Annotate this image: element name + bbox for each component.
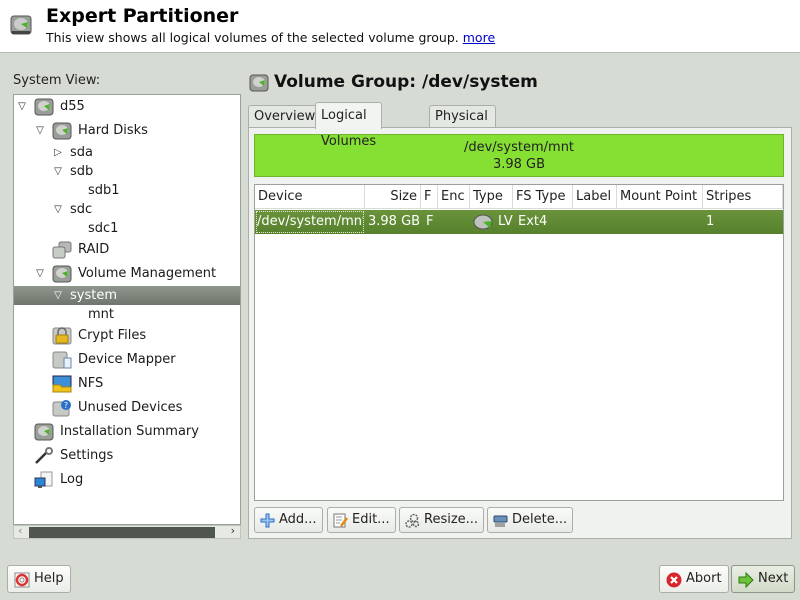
system-view-label: System View:	[13, 73, 101, 88]
tree-item-label: Device Mapper	[78, 352, 176, 367]
tree-selection-highlight	[14, 286, 240, 305]
column-header-enc[interactable]: Enc	[438, 185, 470, 209]
delete-button[interactable]: Delete...	[487, 507, 574, 533]
summary-icon	[34, 423, 54, 441]
help-button[interactable]: Help	[7, 565, 71, 593]
tree-item-label: mnt	[88, 307, 114, 322]
edit-button-label: Edit...	[352, 512, 390, 527]
logical-volume-icon	[473, 214, 493, 230]
tree-item-label: Hard Disks	[78, 123, 148, 138]
lock-icon	[52, 327, 72, 345]
scroll-left-icon[interactable]: ‹	[18, 524, 22, 537]
cell-type: LV	[498, 214, 513, 229]
table-header: Device Size F Enc Type FS Type Label Mou…	[255, 185, 783, 209]
column-header-size[interactable]: Size	[365, 185, 421, 209]
resize-button[interactable]: Resize...	[399, 507, 485, 533]
tree-horizontal-scrollbar[interactable]: ‹ ›	[13, 524, 241, 539]
add-button-label: Add...	[279, 512, 317, 527]
add-button[interactable]: Add...	[254, 507, 323, 533]
tree-item-label: Installation Summary	[60, 424, 199, 439]
tree-item-label: d55	[60, 99, 85, 114]
abort-button[interactable]: Abort	[659, 565, 729, 593]
edit-button[interactable]: Edit...	[327, 507, 396, 533]
cell-stripes: 1	[706, 214, 715, 229]
wrench-icon	[35, 447, 53, 464]
tab-physical-volumes[interactable]: Physical Volumes	[429, 105, 497, 146]
help-button-label: Help	[34, 571, 64, 586]
tree-item-label: sdb1	[88, 183, 120, 198]
expand-arrow-icon[interactable]: ▽	[34, 120, 46, 142]
system-view-tree[interactable]: ▽ d55 ▽ Hard Disks ▷ sda ▽ sdb sdb1 ▽ sd…	[13, 94, 241, 525]
app-title: Expert Partitioner	[46, 5, 239, 27]
column-header-f[interactable]: F	[421, 185, 438, 209]
tab-overview[interactable]: Overview	[248, 105, 322, 129]
harddisk-icon	[52, 122, 72, 140]
cell-mount-point	[620, 210, 700, 234]
cell-fs-type: Ext4	[518, 214, 548, 229]
column-header-type[interactable]: Type	[470, 185, 513, 209]
shredder-icon	[493, 515, 508, 527]
cell-size: 3.98 GB	[368, 214, 421, 229]
tree-item-label: sdc1	[88, 221, 119, 236]
raid-icon	[52, 241, 72, 259]
resize-button-label: Resize...	[424, 512, 479, 527]
tree-item-label: Unused Devices	[78, 400, 183, 415]
log-icon	[34, 471, 53, 488]
volume-management-icon	[52, 265, 72, 283]
expand-arrow-icon[interactable]: ▽	[52, 285, 64, 307]
tree-item-label: Settings	[60, 448, 114, 463]
abort-icon	[666, 572, 682, 588]
subtitle-text: This view shows all logical volumes of t…	[46, 30, 459, 45]
next-button-label: Next	[758, 571, 789, 586]
unused-devices-icon: ?	[52, 400, 71, 417]
nfs-folder-icon	[52, 375, 72, 393]
scroll-right-icon[interactable]: ›	[231, 524, 235, 537]
cell-label	[576, 210, 616, 234]
usage-bar-size: 3.98 GB	[492, 157, 546, 172]
column-header-mount-point[interactable]: Mount Point	[617, 185, 703, 209]
logical-volumes-panel: /dev/system/mnt 3.98 GB Device Size F En…	[248, 127, 792, 539]
edit-document-icon	[333, 513, 348, 528]
next-button[interactable]: Next	[731, 565, 796, 593]
tree-item-label: Volume Management	[78, 266, 217, 281]
tab-logical-volumes[interactable]: Logical Volumes	[315, 102, 383, 149]
expand-arrow-icon[interactable]: ▽	[52, 161, 64, 183]
volume-group-title: Volume Group: /dev/system	[274, 72, 538, 92]
expand-arrow-icon[interactable]: ▽	[34, 263, 46, 285]
harddisk-icon	[10, 15, 32, 35]
delete-button-label: Delete...	[512, 512, 568, 527]
table-row[interactable]: /dev/system/mnt 3.98 GB F LV Ext4 1	[255, 210, 783, 234]
next-arrow-icon	[738, 572, 754, 588]
plus-icon	[260, 513, 275, 528]
cell-enc	[441, 210, 469, 234]
volume-group-icon	[249, 74, 269, 92]
column-header-stripes[interactable]: Stripes	[703, 185, 783, 209]
computer-disk-icon	[34, 98, 54, 116]
tree-item-label: Log	[60, 472, 84, 487]
svg-text:?: ?	[64, 401, 68, 410]
tree-item-label: NFS	[78, 376, 104, 391]
device-mapper-icon	[52, 351, 72, 369]
column-header-fs-type[interactable]: FS Type	[513, 185, 573, 209]
tree-item-label: Crypt Files	[78, 328, 147, 343]
gears-icon	[405, 513, 420, 528]
abort-button-label: Abort	[686, 571, 722, 586]
logical-volumes-table[interactable]: Device Size F Enc Type FS Type Label Mou…	[254, 184, 784, 501]
column-header-device[interactable]: Device	[255, 185, 365, 209]
tree-item-label: RAID	[78, 242, 110, 257]
column-header-label[interactable]: Label	[573, 185, 617, 209]
more-link[interactable]: more	[463, 30, 495, 45]
cell-f: F	[426, 214, 434, 229]
expand-arrow-icon[interactable]: ▽	[52, 199, 64, 221]
cell-device: /dev/system/mnt	[256, 211, 364, 233]
scrollbar-thumb[interactable]	[29, 527, 215, 538]
expand-arrow-icon[interactable]: ▽	[16, 96, 28, 118]
help-lifebuoy-icon	[14, 572, 30, 588]
header-subtitle: This view shows all logical volumes of t…	[46, 30, 495, 45]
header: Expert Partitioner This view shows all l…	[0, 0, 800, 53]
